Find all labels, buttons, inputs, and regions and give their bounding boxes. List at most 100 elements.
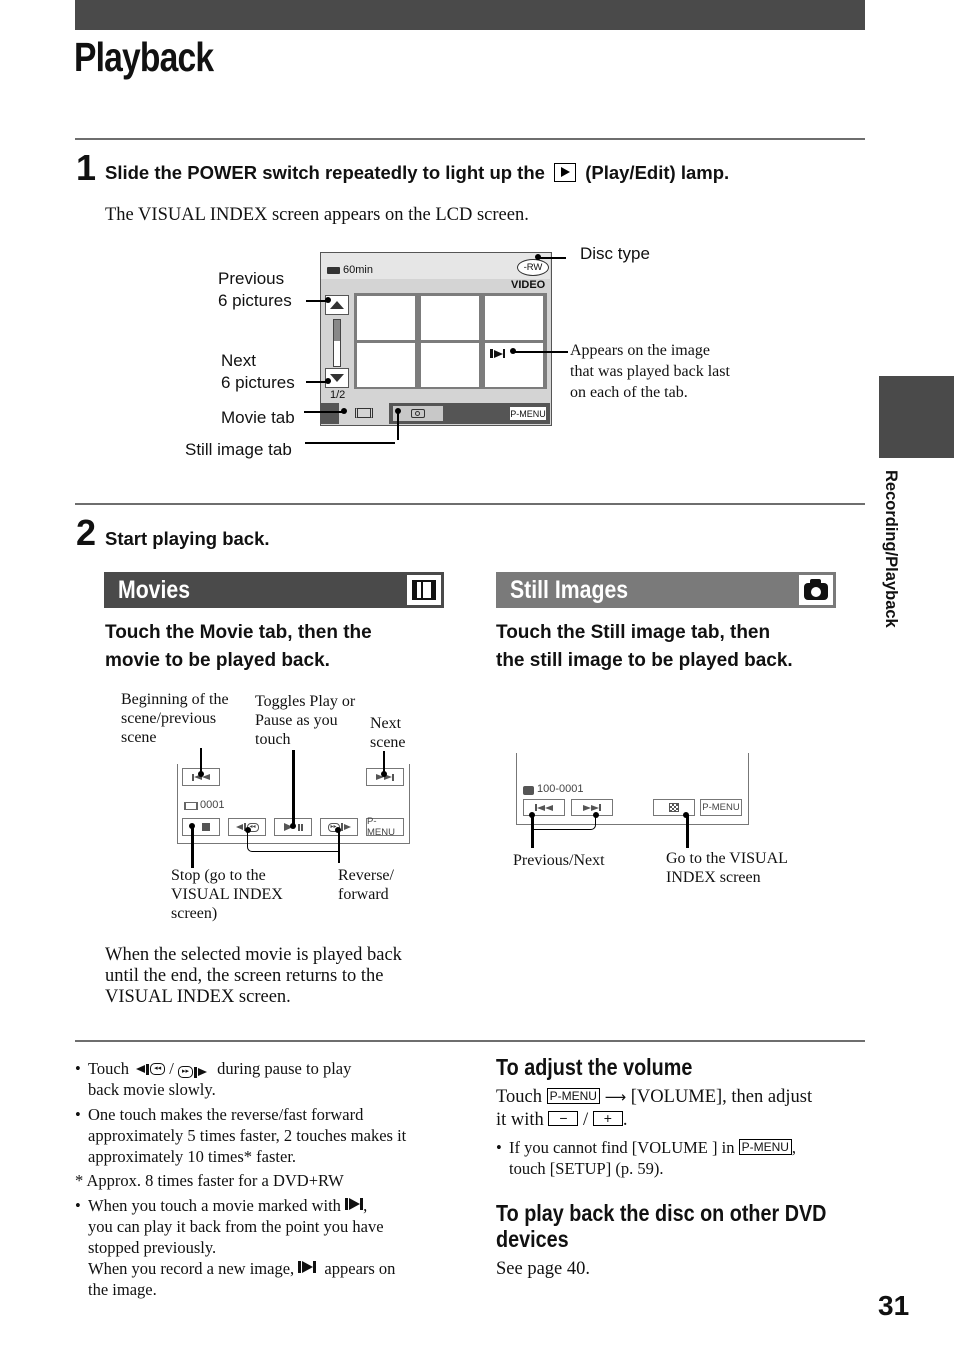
step-number: 1 xyxy=(76,147,97,188)
note-text: stopped previously. xyxy=(88,1238,217,1257)
divider xyxy=(75,1040,865,1042)
callout-text: scene/previous xyxy=(121,710,217,727)
thumbnail[interactable] xyxy=(357,296,415,340)
callout-resume-mark: Appears on the image that was played bac… xyxy=(570,340,730,403)
callout-text: Next xyxy=(370,715,402,732)
callout-text: touch xyxy=(255,731,291,748)
thumbnail[interactable] xyxy=(357,343,415,387)
divider xyxy=(75,138,865,140)
callout-text: screen) xyxy=(171,905,218,922)
resume-mark-icon xyxy=(345,1198,364,1210)
pmenu-key: P-MENU xyxy=(546,1088,600,1104)
callout-text: forward xyxy=(338,886,389,903)
callout-toggle: Toggles Play or Pause as you touch xyxy=(255,692,355,749)
camera-icon xyxy=(799,575,833,605)
heading-text: devices xyxy=(496,1226,569,1252)
leader-dot xyxy=(395,408,401,414)
note-text: / xyxy=(169,1059,174,1078)
leader-line xyxy=(247,830,338,852)
note-text: during pause to play xyxy=(217,1059,352,1078)
thumbnail[interactable] xyxy=(485,296,543,340)
note-text: When you touch a movie marked with xyxy=(88,1196,341,1215)
scene-counter: 0001 xyxy=(200,799,225,811)
leader-dot xyxy=(325,297,331,303)
callout-reverse-forward: Reverse/ forward xyxy=(338,866,394,904)
image-counter: 100-0001 xyxy=(537,783,584,795)
header-bar xyxy=(75,0,865,30)
stop-icon xyxy=(202,823,210,831)
callout-text: Next xyxy=(221,351,256,370)
side-section-label: Recording/Playback xyxy=(878,470,902,645)
callout-text: Previous xyxy=(218,269,285,288)
note-item: Touch ◂◂ / ▸▸ during pause to play back … xyxy=(75,1058,455,1100)
film-icon xyxy=(184,802,198,810)
mode-label: VIDEO xyxy=(511,279,546,291)
volume-text: . xyxy=(622,1110,628,1130)
skip-back-icon xyxy=(535,804,553,811)
leader-line xyxy=(397,411,399,440)
movies-section-header: Movies xyxy=(104,572,444,608)
next-image-button[interactable] xyxy=(571,799,613,816)
thumbnail[interactable] xyxy=(421,296,479,340)
leader-line xyxy=(305,442,395,444)
scrollbar-thumb[interactable] xyxy=(334,320,340,341)
volume-heading: To adjust the volume xyxy=(496,1054,693,1080)
leader-dot xyxy=(189,823,195,829)
pmenu-button[interactable]: P-MENU xyxy=(700,799,742,816)
step-instruction: Start playing back. xyxy=(105,528,270,549)
callout-beginning: Beginning of the scene/previous scene xyxy=(121,690,229,747)
callout-text: that was played back last xyxy=(570,363,730,380)
callout-stop: Stop (go to the VISUAL INDEX screen) xyxy=(171,866,283,923)
subheading-text: Touch the Movie tab, then the xyxy=(105,622,372,643)
pmenu-key: P-MENU xyxy=(738,1139,792,1155)
scrollbar[interactable] xyxy=(333,319,341,367)
section-title: Movies xyxy=(118,575,191,604)
callout-text: scene xyxy=(370,734,406,751)
callout-text: Stop (go to the xyxy=(171,867,266,884)
slow-forward-icon: ▸▸ xyxy=(177,1066,207,1078)
subheading-text: the still image to be played back. xyxy=(496,650,793,671)
callout-text: scene xyxy=(121,729,157,746)
note-text: One touch makes the reverse/fast forward xyxy=(88,1105,364,1124)
leader-dot xyxy=(381,771,387,777)
stop-button[interactable] xyxy=(182,818,220,836)
film-icon xyxy=(355,408,373,418)
leader-dot xyxy=(535,254,541,260)
leader-dot xyxy=(290,823,296,829)
pmenu-button[interactable]: P-MENU xyxy=(366,816,404,838)
camera-icon xyxy=(411,409,425,418)
callout-text: Toggles Play or xyxy=(255,693,356,710)
callout-text: on each of the tab. xyxy=(570,384,688,401)
step-instruction-text: Slide the POWER switch repeatedly to lig… xyxy=(105,162,545,183)
movies-subheading: Touch the Movie tab, then the movie to b… xyxy=(105,619,372,675)
leader-line xyxy=(191,826,194,868)
volume-text: / xyxy=(583,1110,589,1130)
volume-instructions: Touch P-MENU ⟶ [VOLUME], then adjust it … xyxy=(496,1087,866,1131)
note-text: appears on xyxy=(324,1259,396,1278)
note-text: , xyxy=(791,1138,797,1157)
note-text: If you cannot find [VOLUME ] in xyxy=(509,1138,735,1157)
note-text: , xyxy=(363,1196,368,1215)
down-arrow-icon xyxy=(330,374,344,382)
callout-disc-type: Disc type xyxy=(580,244,650,263)
thumbnail[interactable] xyxy=(421,343,479,387)
subheading-text: movie to be played back. xyxy=(105,650,330,671)
thumbnail-grid xyxy=(354,293,547,389)
callout-previous: Previous 6 pictures xyxy=(218,268,292,312)
callout-goto-index: Go to the VISUAL INDEX screen xyxy=(666,849,788,887)
leader-dot xyxy=(341,408,347,414)
resume-mark-icon xyxy=(490,349,505,358)
callout-previous-next: Previous/Next xyxy=(513,852,605,869)
callout-next: Next 6 pictures xyxy=(221,350,295,394)
movie-tab[interactable] xyxy=(339,402,389,424)
page-indicator: 1/2 xyxy=(330,389,346,401)
still-image-tab[interactable] xyxy=(393,406,443,421)
pmenu-button[interactable]: P-MENU xyxy=(509,406,547,421)
play-edit-lamp-icon xyxy=(554,163,577,182)
note-item: When you touch a movie marked with , you… xyxy=(75,1195,455,1300)
side-section-label-text: Recording/Playback xyxy=(882,470,900,628)
note-text: touch [SETUP] (p. 59). xyxy=(509,1159,664,1178)
other-devices-heading: To play back the disc on other DVD devic… xyxy=(496,1200,826,1252)
note-text: the image. xyxy=(88,1280,157,1299)
note-text: approximately 10 times* faster. xyxy=(88,1147,297,1166)
